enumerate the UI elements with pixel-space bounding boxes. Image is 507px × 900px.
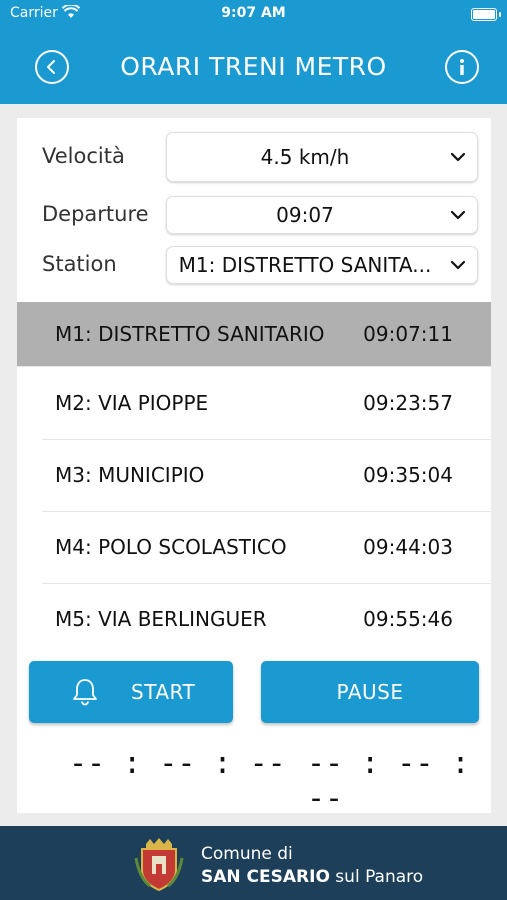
station-time: 09:23:57 — [363, 391, 453, 415]
station-row[interactable]: M2: VIA PIOPPE 09:23:57 — [17, 366, 491, 439]
speed-value: 4.5 km/h — [260, 145, 350, 169]
speed-label: Velocità — [42, 144, 125, 168]
station-name: M3: MUNICIPIO — [55, 463, 205, 487]
info-icon — [460, 59, 464, 75]
app-header: ORARI TRENI METRO — [0, 28, 507, 104]
station-time: 09:07:11 — [363, 322, 453, 346]
departure-select[interactable]: 09:07 — [166, 196, 478, 234]
station-name: M2: VIA PIOPPE — [55, 391, 209, 415]
main-card: Velocità 4.5 km/h Departure 09:07 Statio… — [17, 118, 491, 816]
station-time: 09:44:03 — [363, 535, 453, 559]
station-row[interactable]: M5: VIA BERLINGUER 09:55:46 — [17, 583, 491, 655]
station-row[interactable]: M3: MUNICIPIO 09:35:04 — [17, 439, 491, 511]
station-time: 09:35:04 — [363, 463, 453, 487]
footer: Comune di SAN CESARIO sul Panaro — [0, 826, 507, 900]
battery-icon — [471, 8, 497, 21]
departure-label: Departure — [42, 202, 149, 226]
pause-button[interactable]: PAUSE — [261, 661, 479, 723]
status-bar: Carrier 9:07 AM — [0, 0, 507, 28]
station-label: Station — [42, 252, 117, 276]
start-button[interactable]: START — [29, 661, 233, 723]
page-title: ORARI TRENI METRO — [120, 52, 387, 81]
speed-select[interactable]: 4.5 km/h — [166, 132, 478, 182]
station-row[interactable]: M4: POLO SCOLASTICO 09:44:03 — [17, 511, 491, 583]
station-time: 09:55:46 — [363, 607, 453, 631]
info-button[interactable] — [445, 50, 479, 84]
timer-right: -- : -- : -- — [307, 746, 470, 816]
chevron-down-icon — [450, 152, 466, 162]
battery-tip — [499, 12, 501, 17]
footer-line-2: SAN CESARIO sul Panaro — [201, 867, 423, 887]
departure-value: 09:07 — [276, 203, 334, 227]
footer-line-1: Comune di — [201, 844, 293, 864]
footer-town-suffix: sul Panaro — [329, 867, 424, 887]
station-name: M4: POLO SCOLASTICO — [55, 535, 287, 559]
timer-left: -- : -- : -- — [69, 746, 286, 781]
bell-icon — [73, 679, 97, 706]
station-row-selected[interactable]: M1: DISTRETTO SANITARIO 09:07:11 — [17, 302, 491, 366]
footer-town: SAN CESARIO — [201, 867, 330, 887]
municipal-crest-icon — [134, 838, 184, 892]
station-name: M5: VIA BERLINGUER — [55, 607, 267, 631]
station-name: M1: DISTRETTO SANITARIO — [55, 322, 325, 346]
start-label: START — [131, 680, 196, 704]
station-list: M1: DISTRETTO SANITARIO 09:07:11 M2: VIA… — [17, 302, 491, 655]
station-select[interactable]: M1: DISTRETTO SANITA... — [166, 246, 478, 284]
status-time: 9:07 AM — [221, 5, 286, 21]
chevron-down-icon — [450, 260, 466, 270]
station-value: M1: DISTRETTO SANITA... — [178, 253, 432, 277]
chevron-down-icon — [450, 210, 466, 220]
pause-label: PAUSE — [336, 680, 404, 704]
